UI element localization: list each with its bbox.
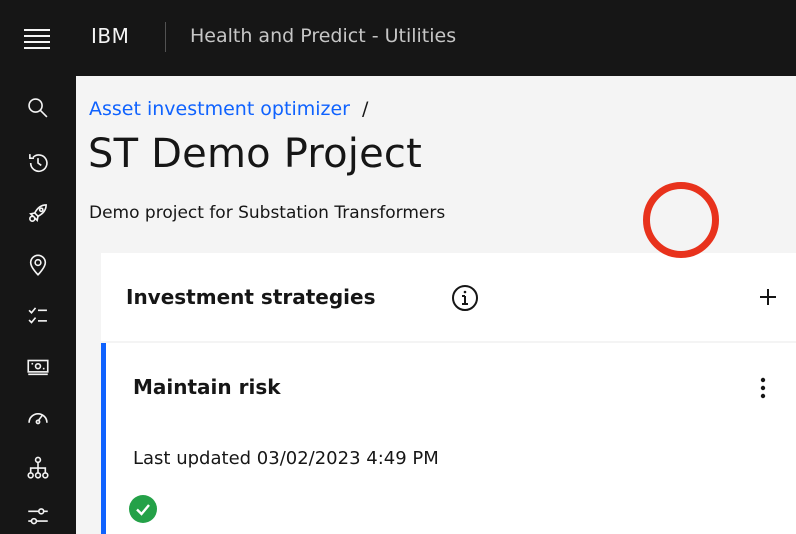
dashboard-gauge-icon[interactable] xyxy=(18,397,58,437)
header-divider xyxy=(165,22,166,52)
add-strategy-button[interactable] xyxy=(746,275,790,319)
page-description: Demo project for Substation Transformers xyxy=(89,203,446,223)
checklist-icon[interactable] xyxy=(18,296,58,336)
overflow-menu-button[interactable] xyxy=(746,371,780,405)
brand-name[interactable]: IBM xyxy=(91,24,129,48)
hierarchy-icon[interactable] xyxy=(18,448,58,488)
investment-strategies-header: Investment strategies xyxy=(101,253,796,341)
main-content: Asset investment optimizer / ST Demo Proj… xyxy=(76,76,796,534)
top-header: IBM Health and Predict - Utilities xyxy=(0,0,796,76)
search-icon[interactable] xyxy=(18,88,58,128)
location-icon[interactable] xyxy=(18,245,58,285)
recent-history-icon[interactable] xyxy=(18,143,58,183)
breadcrumb-link-asset-investment-optimizer[interactable]: Asset investment optimizer xyxy=(89,98,350,120)
rocket-icon[interactable] xyxy=(18,193,58,233)
page-title: ST Demo Project xyxy=(88,131,422,177)
overflow-menu-icon xyxy=(760,377,766,399)
information-icon[interactable] xyxy=(451,284,479,312)
breadcrumb-separator: / xyxy=(361,98,369,120)
menu-icon[interactable] xyxy=(24,26,52,49)
breadcrumb: Asset investment optimizer / xyxy=(89,98,368,120)
settings-adjust-icon[interactable] xyxy=(18,497,58,534)
money-icon[interactable] xyxy=(18,347,58,387)
add-icon xyxy=(760,289,776,305)
strategy-name: Maintain risk xyxy=(133,375,281,399)
checkmark-filled-icon xyxy=(128,494,158,524)
section-title: Investment strategies xyxy=(126,285,376,309)
app-title: Health and Predict - Utilities xyxy=(190,25,457,47)
last-updated-text: Last updated 03/02/2023 4:49 PM xyxy=(133,448,439,469)
strategy-card[interactable]: Maintain risk Last updated 03/02/2023 4:… xyxy=(101,343,796,534)
side-navigation xyxy=(0,76,76,534)
